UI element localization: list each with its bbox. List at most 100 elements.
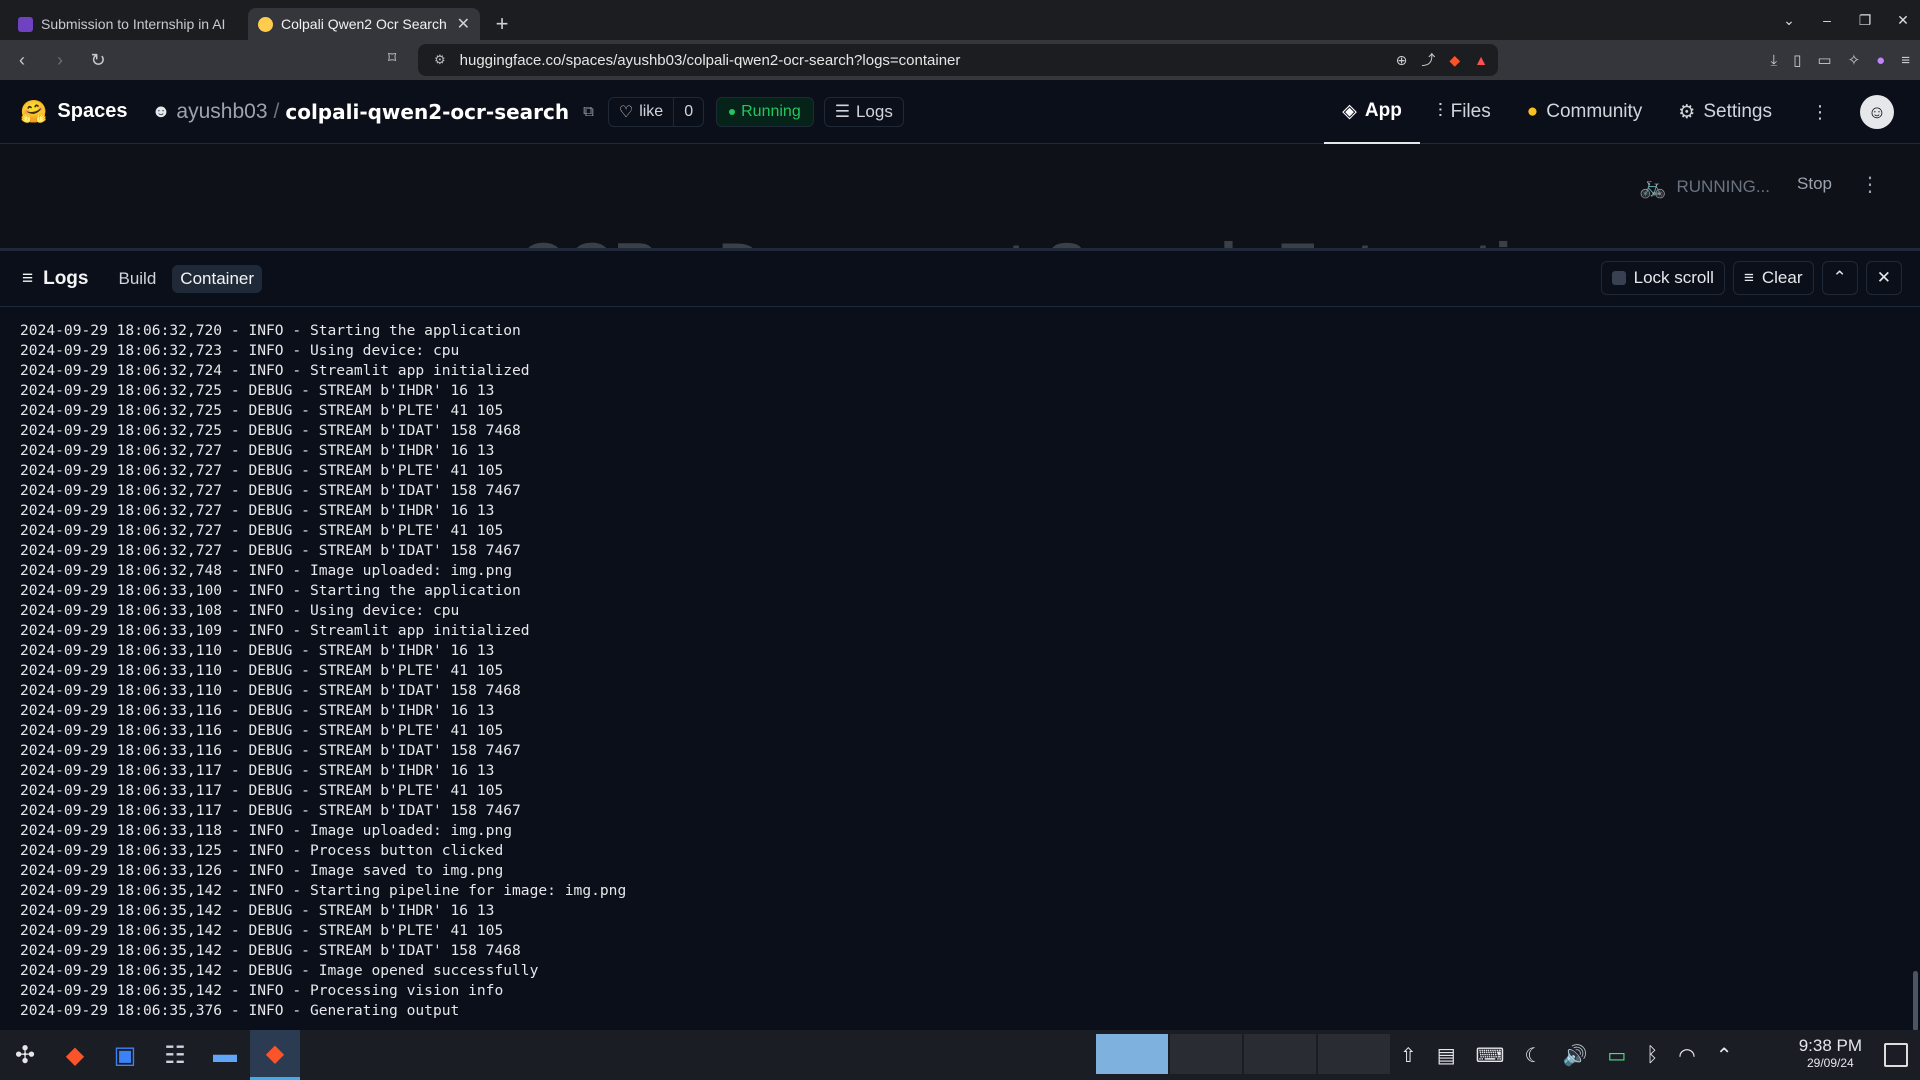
log-output[interactable]: 2024-09-29 18:06:32,720 - INFO - Startin… bbox=[0, 307, 1910, 1033]
app-title: OCR - Document Search Extractio bbox=[520, 230, 1552, 248]
browser-toolbar: ‹ › ↻ ⌑ ⚙ huggingface.co/spaces/ayushb03… bbox=[0, 40, 1920, 80]
log-line: 2024-09-29 18:06:35,142 - DEBUG - STREAM… bbox=[20, 922, 504, 939]
log-line: 2024-09-29 18:06:33,116 - DEBUG - STREAM… bbox=[20, 722, 504, 739]
virtual-desktops bbox=[1096, 1034, 1390, 1074]
more-options-icon[interactable]: ⋮ bbox=[1804, 96, 1836, 128]
store-icon[interactable]: ▣ bbox=[100, 1030, 150, 1080]
tab-app-label: App bbox=[1364, 100, 1402, 121]
volume-icon[interactable]: 🔊 bbox=[1562, 1043, 1587, 1068]
log-line: 2024-09-29 18:06:32,727 - DEBUG - STREAM… bbox=[20, 462, 504, 479]
log-line: 2024-09-29 18:06:35,142 - DEBUG - Image … bbox=[20, 962, 539, 979]
space-nav: ◈ App ⫶ Files ● Community ⚙ Settings ⋮ ☺ bbox=[1324, 80, 1920, 144]
hf-header: 🤗 Spaces ☻ ayushb03 / colpali-qwen2-ocr-… bbox=[0, 80, 1920, 144]
logs-button[interactable]: ☰ Logs bbox=[823, 96, 904, 127]
scrollbar[interactable] bbox=[1913, 971, 1918, 1031]
site-info-icon[interactable]: ⚙ bbox=[434, 52, 446, 68]
bookmark-icon[interactable]: ⌑ bbox=[388, 48, 396, 68]
brave-active-icon[interactable]: ◆ bbox=[250, 1030, 300, 1080]
share-icon[interactable]: ⤴ bbox=[1421, 50, 1435, 70]
app-preview: 🚲 RUNNING... Stop ⋮ OCR - Document Searc… bbox=[0, 144, 1920, 248]
night-light-icon[interactable]: ☾ bbox=[1525, 1043, 1543, 1068]
like-button[interactable]: ♡ like 0 bbox=[607, 96, 705, 127]
clear-button[interactable]: ≡ Clear bbox=[1732, 261, 1814, 295]
desktop-2[interactable] bbox=[1170, 1034, 1242, 1074]
lock-scroll-toggle[interactable]: Lock scroll bbox=[1600, 261, 1725, 295]
log-line: 2024-09-29 18:06:32,725 - DEBUG - STREAM… bbox=[20, 422, 521, 439]
wifi-icon[interactable]: ◠ bbox=[1678, 1043, 1695, 1068]
system-settings-icon[interactable]: ☷ bbox=[150, 1030, 200, 1080]
back-icon[interactable]: ‹ bbox=[6, 44, 38, 76]
download-icon[interactable]: ⤓ bbox=[1771, 52, 1778, 69]
system-tray: ⇧ ▤ ⌨ ☾ 🔊 ▭ ᛒ ◠ ⌃ bbox=[1400, 1030, 1733, 1080]
avatar[interactable]: ☺ bbox=[1860, 95, 1894, 129]
logs-actions: Lock scroll ≡ Clear ⌃ ✕ bbox=[1600, 261, 1902, 295]
restore-icon[interactable]: ❐ bbox=[1848, 6, 1882, 34]
stop-button[interactable]: Stop bbox=[1797, 174, 1832, 194]
tab-community-label: Community bbox=[1546, 101, 1643, 122]
clock[interactable]: 9:38 PM 29/09/24 bbox=[1799, 1036, 1862, 1070]
spaces-brand[interactable]: 🤗 Spaces bbox=[20, 99, 127, 125]
address-bar[interactable]: ⚙ huggingface.co/spaces/ayushb03/colpali… bbox=[418, 44, 1498, 76]
brave-icon[interactable]: ◆ bbox=[50, 1030, 100, 1080]
clear-label: Clear bbox=[1761, 268, 1803, 287]
browser-tab[interactable]: Submission to Internship in AI bbox=[8, 8, 240, 40]
app-menu-icon[interactable]: ⋮ bbox=[1860, 172, 1880, 197]
tab-title: Submission to Internship in AI bbox=[41, 16, 226, 32]
window-controls: ⌄ – ❐ ✕ bbox=[1772, 6, 1920, 34]
logs-title-label: Logs bbox=[43, 267, 89, 289]
minimize-icon[interactable]: – bbox=[1810, 6, 1844, 34]
launcher-icon[interactable]: ✣ bbox=[0, 1030, 50, 1080]
bluetooth-icon[interactable]: ᛒ bbox=[1646, 1044, 1658, 1067]
status-badge[interactable]: Running bbox=[716, 96, 814, 127]
battery-icon[interactable]: ▭ bbox=[1607, 1043, 1626, 1068]
menu-icon[interactable]: ≡ bbox=[1901, 52, 1910, 69]
desktop-4[interactable] bbox=[1318, 1034, 1390, 1074]
log-line: 2024-09-29 18:06:32,727 - DEBUG - STREAM… bbox=[20, 502, 495, 519]
status-text: Running bbox=[741, 102, 801, 120]
wallet-icon[interactable]: ▭ bbox=[1817, 51, 1831, 69]
url-text: huggingface.co/spaces/ayushb03/colpali-q… bbox=[459, 51, 961, 69]
leo-ai-icon[interactable]: ✧ bbox=[1848, 51, 1861, 69]
vpn-icon[interactable]: ● bbox=[1876, 52, 1885, 69]
tab-app[interactable]: ◈ App bbox=[1324, 80, 1420, 144]
keyboard-icon[interactable]: ⌨ bbox=[1476, 1043, 1505, 1068]
clipboard-icon[interactable]: ▤ bbox=[1437, 1043, 1456, 1068]
zoom-icon[interactable]: ⊕ bbox=[1396, 52, 1408, 69]
files-icon: ⫶ bbox=[1437, 101, 1443, 122]
tray-expand-icon[interactable]: ⌃ bbox=[1716, 1043, 1733, 1068]
close-icon[interactable]: ✕ bbox=[1865, 261, 1902, 295]
browser-tab-active[interactable]: Colpali Qwen2 Ocr Search ✕ bbox=[248, 8, 480, 40]
file-manager-icon[interactable]: ▬ bbox=[200, 1030, 250, 1080]
tab-container[interactable]: Container bbox=[172, 264, 263, 293]
close-tab-icon[interactable]: ✕ bbox=[457, 14, 470, 34]
log-line: 2024-09-29 18:06:35,142 - DEBUG - STREAM… bbox=[20, 942, 521, 959]
log-line: 2024-09-29 18:06:35,142 - INFO - Startin… bbox=[20, 882, 627, 899]
log-line: 2024-09-29 18:06:32,727 - DEBUG - STREAM… bbox=[20, 442, 495, 459]
repo-name[interactable]: colpali-qwen2-ocr-search bbox=[285, 100, 569, 124]
log-line: 2024-09-29 18:06:33,117 - DEBUG - STREAM… bbox=[20, 762, 495, 779]
desktop-3[interactable] bbox=[1244, 1034, 1316, 1074]
brave-rewards-icon[interactable]: ▲ bbox=[1474, 52, 1488, 68]
new-tab-button[interactable]: + bbox=[486, 8, 518, 40]
reload-icon[interactable]: ↻ bbox=[82, 44, 114, 76]
forward-icon[interactable]: › bbox=[44, 44, 76, 76]
log-line: 2024-09-29 18:06:32,748 - INFO - Image u… bbox=[20, 562, 513, 579]
expand-icon[interactable]: ⌃ bbox=[1821, 261, 1858, 295]
update-icon[interactable]: ⇧ bbox=[1400, 1043, 1417, 1068]
tab-community[interactable]: ● Community bbox=[1509, 80, 1661, 144]
log-line: 2024-09-29 18:06:33,110 - DEBUG - STREAM… bbox=[20, 662, 504, 679]
desktop-1[interactable] bbox=[1096, 1034, 1168, 1074]
repo-owner[interactable]: ayushb03 bbox=[176, 100, 267, 124]
tab-build[interactable]: Build bbox=[110, 265, 164, 293]
log-line: 2024-09-29 18:06:33,117 - DEBUG - STREAM… bbox=[20, 782, 504, 799]
sidebar-icon[interactable]: ▯ bbox=[1793, 51, 1801, 69]
brave-shields-icon[interactable]: ◆ bbox=[1449, 52, 1460, 69]
tab-list-icon[interactable]: ⌄ bbox=[1772, 6, 1806, 34]
browser-actions: ⤓ ▯ ▭ ✧ ● ≡ bbox=[1771, 44, 1911, 76]
gear-icon: ⚙ bbox=[1678, 101, 1696, 123]
show-desktop-icon[interactable] bbox=[1884, 1043, 1908, 1067]
close-window-icon[interactable]: ✕ bbox=[1886, 6, 1920, 34]
copy-icon[interactable]: ⧉ bbox=[583, 103, 594, 120]
tab-settings[interactable]: ⚙ Settings bbox=[1660, 80, 1790, 144]
tab-files[interactable]: ⫶ Files bbox=[1420, 80, 1509, 144]
